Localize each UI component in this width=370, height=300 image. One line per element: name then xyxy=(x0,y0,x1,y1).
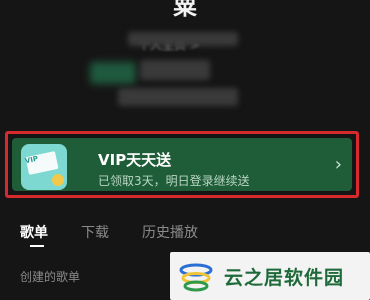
tab-history[interactable]: 历史播放 xyxy=(142,222,198,242)
tab-playlists[interactable]: 歌单 xyxy=(20,222,48,242)
redacted-info-blur xyxy=(128,32,238,46)
profile-tabs: 歌单 下载 历史播放 xyxy=(20,222,231,242)
redacted-avatar-blur xyxy=(90,62,136,84)
tab-downloads[interactable]: 下载 xyxy=(81,222,109,242)
active-tab-indicator xyxy=(30,245,44,247)
chevron-right-icon[interactable]: › xyxy=(335,154,342,175)
vip-banner[interactable]: VIP VIP天天送 已领取3天，明日登录继续送 › xyxy=(12,138,352,191)
watermark-text: 云之居软件园 xyxy=(224,267,345,289)
watermark-logo-icon xyxy=(179,263,213,292)
redacted-stats-blur xyxy=(118,88,238,106)
watermark: 云之居软件园 xyxy=(170,252,370,300)
vip-banner-highlight: VIP VIP天天送 已领取3天，明日登录继续送 › xyxy=(5,131,359,198)
vip-badge-icon: VIP xyxy=(21,144,67,190)
profile-name: 粟 xyxy=(173,0,197,20)
redacted-level-blur xyxy=(140,60,210,80)
vip-banner-description: 已领取3天，明日登录继续送 xyxy=(98,174,250,188)
vip-banner-title: VIP天天送 xyxy=(98,151,172,169)
created-playlists-heading: 创建的歌单 xyxy=(20,270,81,284)
